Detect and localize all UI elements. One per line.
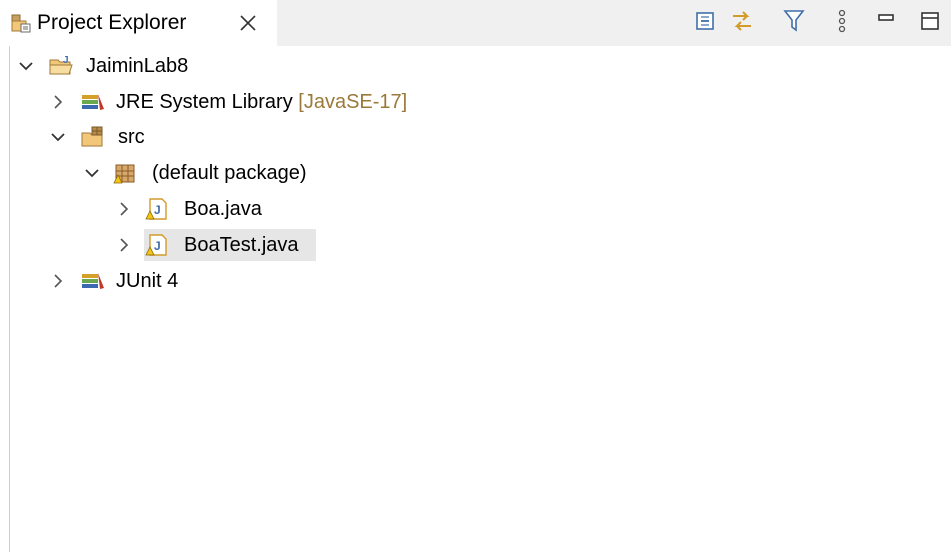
svg-text:J: J bbox=[63, 55, 69, 66]
chevron-down-icon[interactable] bbox=[50, 129, 66, 145]
library-icon bbox=[80, 269, 104, 293]
link-with-editor-icon[interactable] bbox=[727, 6, 757, 36]
chevron-down-icon[interactable] bbox=[18, 58, 34, 74]
project-explorer-icon bbox=[10, 12, 32, 34]
java-project-icon: J bbox=[48, 54, 73, 78]
file-label: Boa.java bbox=[184, 198, 262, 220]
svg-text:J: J bbox=[154, 239, 161, 253]
java-file-icon: J bbox=[144, 233, 168, 257]
package-label: (default package) bbox=[152, 162, 307, 184]
chevron-right-icon[interactable] bbox=[50, 273, 66, 289]
tree-item-project[interactable]: J JaiminLab8 bbox=[0, 49, 400, 83]
chevron-down-icon[interactable] bbox=[84, 165, 100, 181]
java-file-icon: J bbox=[144, 197, 168, 221]
chevron-right-icon[interactable] bbox=[116, 201, 132, 217]
view-menu-icon[interactable] bbox=[827, 6, 857, 36]
collapse-all-icon[interactable] bbox=[690, 6, 720, 36]
tree-item-default-package[interactable]: (default package) bbox=[0, 156, 400, 190]
library-icon bbox=[80, 90, 104, 114]
project-label: JaiminLab8 bbox=[86, 55, 189, 77]
maximize-icon[interactable] bbox=[915, 6, 945, 36]
tree-item-boa-java[interactable]: J Boa.java bbox=[0, 192, 300, 226]
chevron-right-icon[interactable] bbox=[116, 237, 132, 253]
minimize-icon[interactable] bbox=[871, 6, 901, 36]
package-icon bbox=[112, 161, 136, 185]
junit-label: JUnit 4 bbox=[116, 270, 179, 292]
tab-project-explorer[interactable]: Project Explorer bbox=[0, 0, 277, 46]
source-folder-icon bbox=[80, 125, 104, 149]
close-icon[interactable] bbox=[239, 14, 257, 32]
svg-text:J: J bbox=[154, 203, 161, 217]
jre-library-label: JRE System Library bbox=[116, 91, 293, 113]
filter-icon[interactable] bbox=[779, 6, 809, 36]
view-title: Project Explorer bbox=[37, 11, 187, 34]
tree-item-boatest-java[interactable]: J BoaTest.java bbox=[0, 228, 320, 262]
jre-version-decoration: [JavaSE-17] bbox=[298, 91, 408, 113]
src-label: src bbox=[118, 126, 145, 148]
file-label: BoaTest.java bbox=[184, 234, 299, 256]
view-tab-bar: Project Explorer bbox=[0, 0, 951, 46]
tree-item-jre-library[interactable]: JRE System Library [JavaSE-17] bbox=[0, 85, 460, 119]
tree-item-src[interactable]: src bbox=[0, 120, 300, 154]
tree-item-junit[interactable]: JUnit 4 bbox=[0, 264, 300, 298]
chevron-right-icon[interactable] bbox=[50, 94, 66, 110]
